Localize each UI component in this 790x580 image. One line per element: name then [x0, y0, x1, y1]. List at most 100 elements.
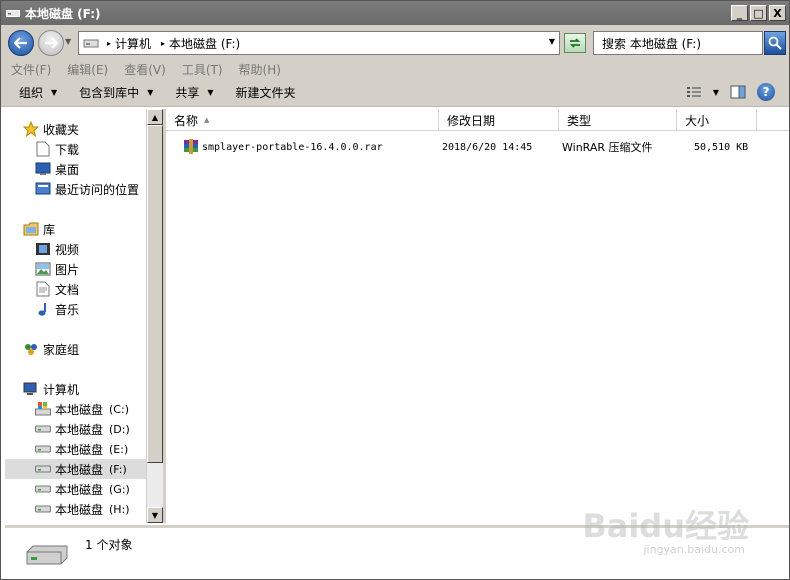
nav-libraries[interactable]: 库 [5, 219, 146, 239]
sort-ascending-icon: ▲ [204, 116, 210, 124]
command-bar: 组织 ▼ 包含到库中 ▼ 共享 ▼ 新建文件夹 ▼ ? [1, 79, 789, 107]
preview-pane-icon[interactable] [729, 83, 747, 101]
column-header-size[interactable]: 大小 [677, 109, 757, 131]
arrow-left-icon [14, 37, 27, 49]
chevron-right-icon[interactable]: ▸ [161, 39, 165, 48]
new-folder-button[interactable]: 新建文件夹 [236, 84, 296, 101]
drive-label: 本地磁盘 [55, 442, 104, 457]
drive-label: 本地磁盘 [55, 462, 104, 477]
menu-file[interactable]: 文件(F) [11, 61, 51, 78]
nav-recent[interactable]: 最近访问的位置 [5, 179, 146, 199]
nav-computer[interactable]: 计算机 [5, 379, 146, 399]
menu-view[interactable]: 查看(V) [124, 61, 166, 78]
hard-drive-icon [23, 542, 71, 568]
column-date-label: 修改日期 [447, 113, 496, 128]
organize-button[interactable]: 组织 ▼ [19, 84, 57, 101]
nav-drive-d[interactable]: 本地磁盘 (D:) [5, 419, 146, 439]
nav-desktop[interactable]: 桌面 [5, 159, 146, 179]
nav-drive-c[interactable]: 本地磁盘 (C:) [5, 399, 146, 419]
navigation-pane[interactable]: 收藏夹 下载 桌面 最近访问的位置 库 视频 图片 文档 音乐 家庭组 计算机 … [5, 109, 146, 523]
drive-letter: (C:) [109, 402, 129, 416]
drive-icon [5, 6, 21, 20]
nav-pictures-label: 图片 [55, 262, 80, 277]
file-type: WinRAR 压缩文件 [562, 141, 653, 154]
nav-desktop-label: 桌面 [55, 162, 80, 177]
column-header-type[interactable]: 类型 [559, 109, 677, 131]
menu-bar: 文件(F) 编辑(E) 查看(V) 工具(T) 帮助(H) [1, 59, 789, 79]
maximize-button[interactable]: □ [750, 5, 767, 21]
nav-documents[interactable]: 文档 [5, 279, 146, 299]
video-icon [35, 241, 51, 257]
scroll-down-button[interactable]: ▼ [147, 507, 163, 523]
hard-drive-icon [35, 461, 51, 477]
computer-small-icon [83, 35, 99, 51]
file-size: 50,510 KB [694, 141, 749, 153]
nav-videos[interactable]: 视频 [5, 239, 146, 259]
new-folder-label: 新建文件夹 [235, 86, 296, 100]
search-input[interactable]: 搜索 本地磁盘 (F:) [593, 31, 763, 55]
menu-edit[interactable]: 编辑(E) [67, 61, 108, 78]
title-bar[interactable]: 本地磁盘 (F:) _ □ X [1, 1, 789, 25]
drive-label: 本地磁盘 [55, 502, 104, 517]
scroll-up-button[interactable]: ▲ [147, 109, 163, 125]
chevron-down-icon[interactable]: ▼ [713, 88, 719, 97]
search-icon [768, 36, 782, 50]
close-button[interactable]: X [769, 5, 786, 21]
scroll-thumb[interactable] [147, 125, 163, 463]
star-icon [23, 121, 39, 137]
nav-drive-h[interactable]: 本地磁盘 (H:) [5, 499, 146, 519]
window-controls: _ □ X [731, 5, 786, 21]
share-button[interactable]: 共享 ▼ [175, 84, 213, 101]
breadcrumb-drive[interactable]: 本地磁盘 (F:) [169, 35, 240, 52]
file-date: 2018/6/20 14:45 [442, 141, 533, 153]
column-header-date[interactable]: 修改日期 [439, 109, 559, 131]
download-folder-icon [35, 141, 51, 157]
column-header-name[interactable]: 名称 ▲ [166, 109, 439, 131]
nav-computer-label: 计算机 [43, 382, 80, 397]
drive-letter: (E:) [109, 442, 129, 456]
drive-letter: (F:) [109, 462, 127, 476]
nav-music[interactable]: 音乐 [5, 299, 146, 319]
drive-label: 本地磁盘 [55, 422, 104, 437]
nav-favorites[interactable]: 收藏夹 [5, 119, 146, 139]
recent-pages-dropdown[interactable]: ▼ [65, 37, 75, 47]
file-list[interactable]: 名称 ▲ 修改日期 类型 大小 smplayer-portable-16.4.0… [166, 109, 789, 523]
forward-button[interactable] [38, 30, 64, 56]
watermark-url: jingyan.baidu.com [643, 543, 745, 556]
desktop-icon [35, 161, 51, 177]
nav-homegroup-label: 家庭组 [43, 342, 80, 357]
include-library-button[interactable]: 包含到库中 ▼ [79, 84, 153, 101]
system-drive-icon [35, 401, 51, 417]
homegroup-icon [23, 341, 39, 357]
nav-pictures[interactable]: 图片 [5, 259, 146, 279]
navigation-scrollbar[interactable]: ▲ ▼ [146, 109, 163, 523]
nav-drive-f[interactable]: 本地磁盘 (F:) [5, 459, 146, 479]
search-button[interactable] [764, 31, 786, 55]
nav-downloads-label: 下载 [55, 142, 80, 157]
watermark-brand: Baidu经验 [582, 507, 749, 545]
item-count: 1 个对象 [85, 538, 133, 552]
back-button[interactable] [8, 30, 34, 56]
rar-archive-icon [182, 137, 202, 157]
chevron-right-icon[interactable]: ▸ [107, 39, 111, 48]
nav-videos-label: 视频 [55, 242, 80, 257]
help-icon[interactable]: ? [757, 83, 775, 101]
drive-letter: (D:) [109, 422, 130, 436]
nav-downloads[interactable]: 下载 [5, 139, 146, 159]
chevron-down-icon[interactable]: ▼ [549, 37, 555, 46]
hard-drive-icon [35, 481, 51, 497]
menu-tools[interactable]: 工具(T) [182, 61, 223, 78]
refresh-button[interactable] [564, 33, 586, 53]
drive-label: 本地磁盘 [55, 402, 104, 417]
view-options-icon[interactable] [685, 83, 703, 101]
nav-drive-e[interactable]: 本地磁盘 (E:) [5, 439, 146, 459]
breadcrumb-computer[interactable]: 计算机 [115, 35, 151, 52]
nav-drive-g[interactable]: 本地磁盘 (G:) [5, 479, 146, 499]
picture-icon [35, 261, 51, 277]
share-label: 共享 [175, 86, 200, 100]
minimize-button[interactable]: _ [731, 5, 748, 21]
menu-help[interactable]: 帮助(H) [239, 61, 281, 78]
nav-homegroup[interactable]: 家庭组 [5, 339, 146, 359]
file-row[interactable]: smplayer-portable-16.4.0.0.rar 2018/6/20… [172, 137, 782, 157]
address-bar[interactable]: ▸ 计算机 ▸ 本地磁盘 (F:) ▼ [78, 31, 560, 55]
